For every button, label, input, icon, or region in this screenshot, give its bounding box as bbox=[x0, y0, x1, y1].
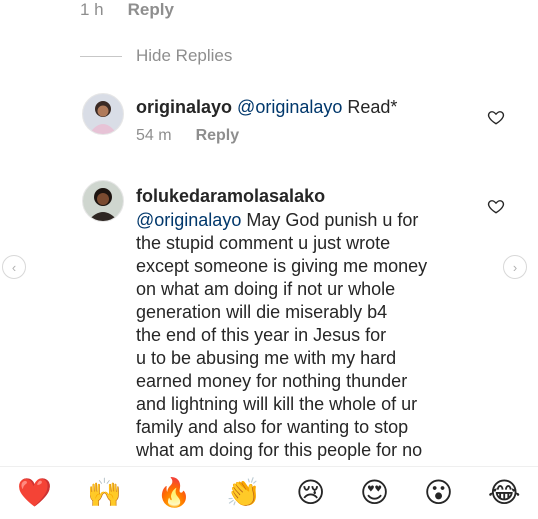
comment-meta: 54 m Reply bbox=[136, 127, 239, 145]
comment-username[interactable]: folukedaramolasalako bbox=[136, 184, 325, 208]
hide-replies-label[interactable]: Hide Replies bbox=[136, 46, 232, 66]
surprised-face-emoji-button[interactable]: 😮 bbox=[424, 479, 453, 507]
comment-mention[interactable]: @originalayo bbox=[136, 210, 241, 230]
heart-eyes-emoji-button[interactable]: 😍 bbox=[360, 479, 389, 507]
emoji-reaction-bar: ❤️ 🙌 🔥 👏 😢 😍 😮 😂 bbox=[0, 466, 538, 519]
comment-line: generation will die miserably b4 bbox=[136, 302, 388, 322]
comment-time: 1 h bbox=[80, 0, 104, 19]
like-heart-icon[interactable] bbox=[487, 197, 505, 220]
comment-username[interactable]: originalayo bbox=[136, 97, 232, 117]
hide-replies-toggle[interactable]: Hide Replies bbox=[80, 46, 232, 66]
comment-line: except someone is giving me money bbox=[136, 256, 428, 276]
fire-emoji-button[interactable]: 🔥 bbox=[157, 479, 192, 507]
comment-line: on what am doing if not ur whole bbox=[136, 279, 396, 299]
avatar[interactable] bbox=[82, 93, 124, 135]
avatar[interactable] bbox=[82, 180, 124, 222]
comment-line: u to be abusing me with my hard bbox=[136, 348, 397, 368]
comment-line: earned money for nothing thunder bbox=[136, 371, 408, 391]
crying-face-emoji-button[interactable]: 😢 bbox=[296, 479, 325, 507]
chevron-right-icon[interactable]: › bbox=[503, 255, 527, 279]
like-heart-icon[interactable] bbox=[487, 108, 505, 131]
comment-line: the end of this year in Jesus for bbox=[136, 325, 387, 345]
reply-button[interactable]: Reply bbox=[196, 127, 240, 145]
tears-of-joy-emoji-button[interactable]: 😂 bbox=[488, 479, 521, 507]
comment-line: what am doing for this people for no bbox=[136, 440, 423, 460]
comment-text: Read* bbox=[347, 97, 398, 117]
comment-line: @originalayo May God punish u for bbox=[136, 210, 419, 230]
comment-text-block: @originalayo May God punish u for the st… bbox=[136, 209, 461, 462]
raised-hands-emoji-button[interactable]: 🙌 bbox=[87, 479, 122, 507]
chevron-left-icon[interactable]: ‹ bbox=[2, 255, 26, 279]
comment-line: the stupid comment u just wrote bbox=[136, 233, 391, 253]
clapping-hands-emoji-button[interactable]: 👏 bbox=[226, 479, 261, 507]
comment-mention[interactable]: @originalayo bbox=[237, 97, 342, 117]
comment-time: 54 m bbox=[136, 127, 172, 144]
heart-emoji-button[interactable]: ❤️ bbox=[17, 479, 52, 507]
comment-body: originalayo @originalayo Read* bbox=[136, 95, 397, 119]
reply-button[interactable]: Reply bbox=[128, 0, 174, 20]
comment-line: and lightning will kill the whole of ur bbox=[136, 394, 418, 414]
previous-comment-meta: 1 h Reply bbox=[80, 0, 174, 20]
comment-line: family and also for wanting to stop bbox=[136, 417, 409, 437]
divider-line bbox=[80, 55, 122, 57]
